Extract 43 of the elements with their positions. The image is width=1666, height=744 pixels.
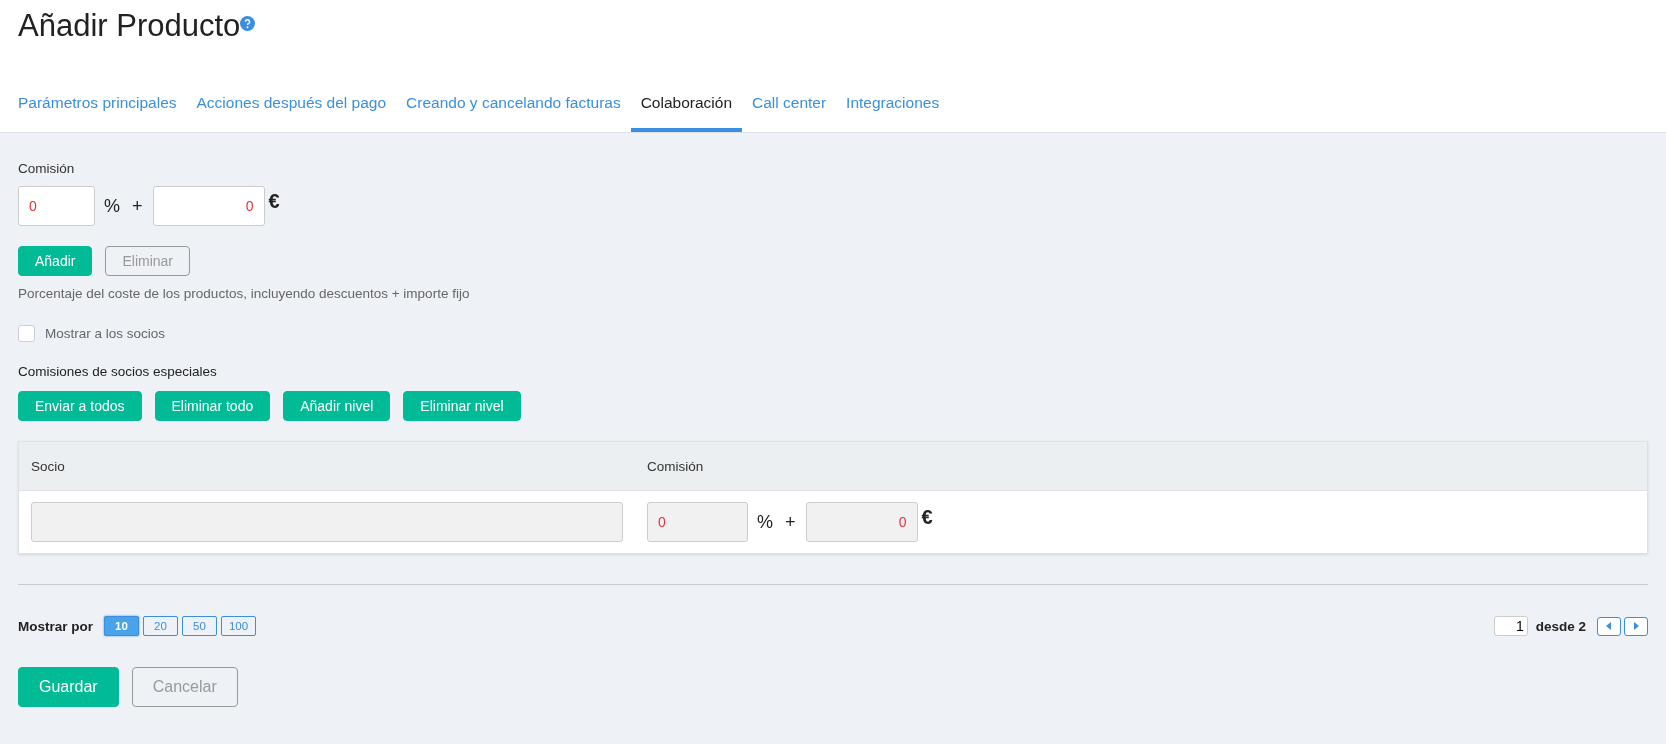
tab[interactable]: Call center: [742, 70, 837, 132]
page-size-option[interactable]: 20: [143, 616, 178, 636]
page-size-option[interactable]: 100: [221, 616, 256, 636]
percent-sign: %: [757, 511, 773, 533]
column-header: Socio: [30, 458, 66, 474]
hint-text: Porcentaje del coste de los productos, incluyendo descuentos + importe fijo: [18, 286, 471, 301]
triangle-right-icon: [1633, 622, 1639, 630]
save-button[interactable]: Guardar: [18, 667, 119, 707]
checkbox-label: Mostrar a los socios: [45, 326, 166, 341]
tab[interactable]: Integraciones: [836, 70, 950, 132]
help-icon[interactable]: [240, 16, 256, 31]
percent-sign: %: [104, 195, 120, 217]
plus-sign: +: [785, 511, 796, 533]
action-button[interactable]: Eliminar nivel: [403, 391, 521, 421]
tab[interactable]: Acciones después del pago: [186, 70, 397, 132]
commission-label: Comisión: [18, 161, 76, 176]
currency-sign: €: [268, 190, 280, 213]
action-button[interactable]: Enviar a todos: [18, 391, 142, 421]
amount-field[interactable]: 0: [805, 502, 918, 542]
checkbox[interactable]: [18, 325, 35, 342]
page-title: Añadir Producto: [18, 8, 241, 44]
page-size-option[interactable]: 10: [104, 616, 139, 636]
page-count: desde 2: [1535, 618, 1586, 634]
percent-field[interactable]: 0: [647, 502, 748, 542]
page-number-field[interactable]: 1: [1493, 616, 1528, 636]
partner-field[interactable]: [31, 502, 623, 542]
page-size-label: Mostrar por: [18, 618, 93, 634]
tab[interactable]: Colaboración: [630, 70, 742, 132]
amount-field[interactable]: 0: [152, 186, 265, 226]
page-size-option[interactable]: 50: [182, 616, 217, 636]
action-button[interactable]: Eliminar todo: [154, 391, 271, 421]
tab[interactable]: Creando y cancelando facturas: [396, 70, 631, 132]
section-label: Comisiones de socios especiales: [18, 364, 218, 379]
currency-sign: €: [921, 506, 933, 529]
next-page-button[interactable]: [1624, 616, 1648, 636]
column-header: Comisión: [646, 458, 705, 474]
percent-field[interactable]: 0: [18, 186, 95, 226]
action-button[interactable]: Añadir nivel: [283, 391, 391, 421]
add-button[interactable]: Añadir: [18, 246, 93, 276]
plus-sign: +: [132, 195, 143, 217]
triangle-left-icon: [1606, 622, 1612, 630]
previous-page-button[interactable]: [1597, 616, 1621, 636]
tab[interactable]: Parámetros principales: [18, 70, 187, 132]
